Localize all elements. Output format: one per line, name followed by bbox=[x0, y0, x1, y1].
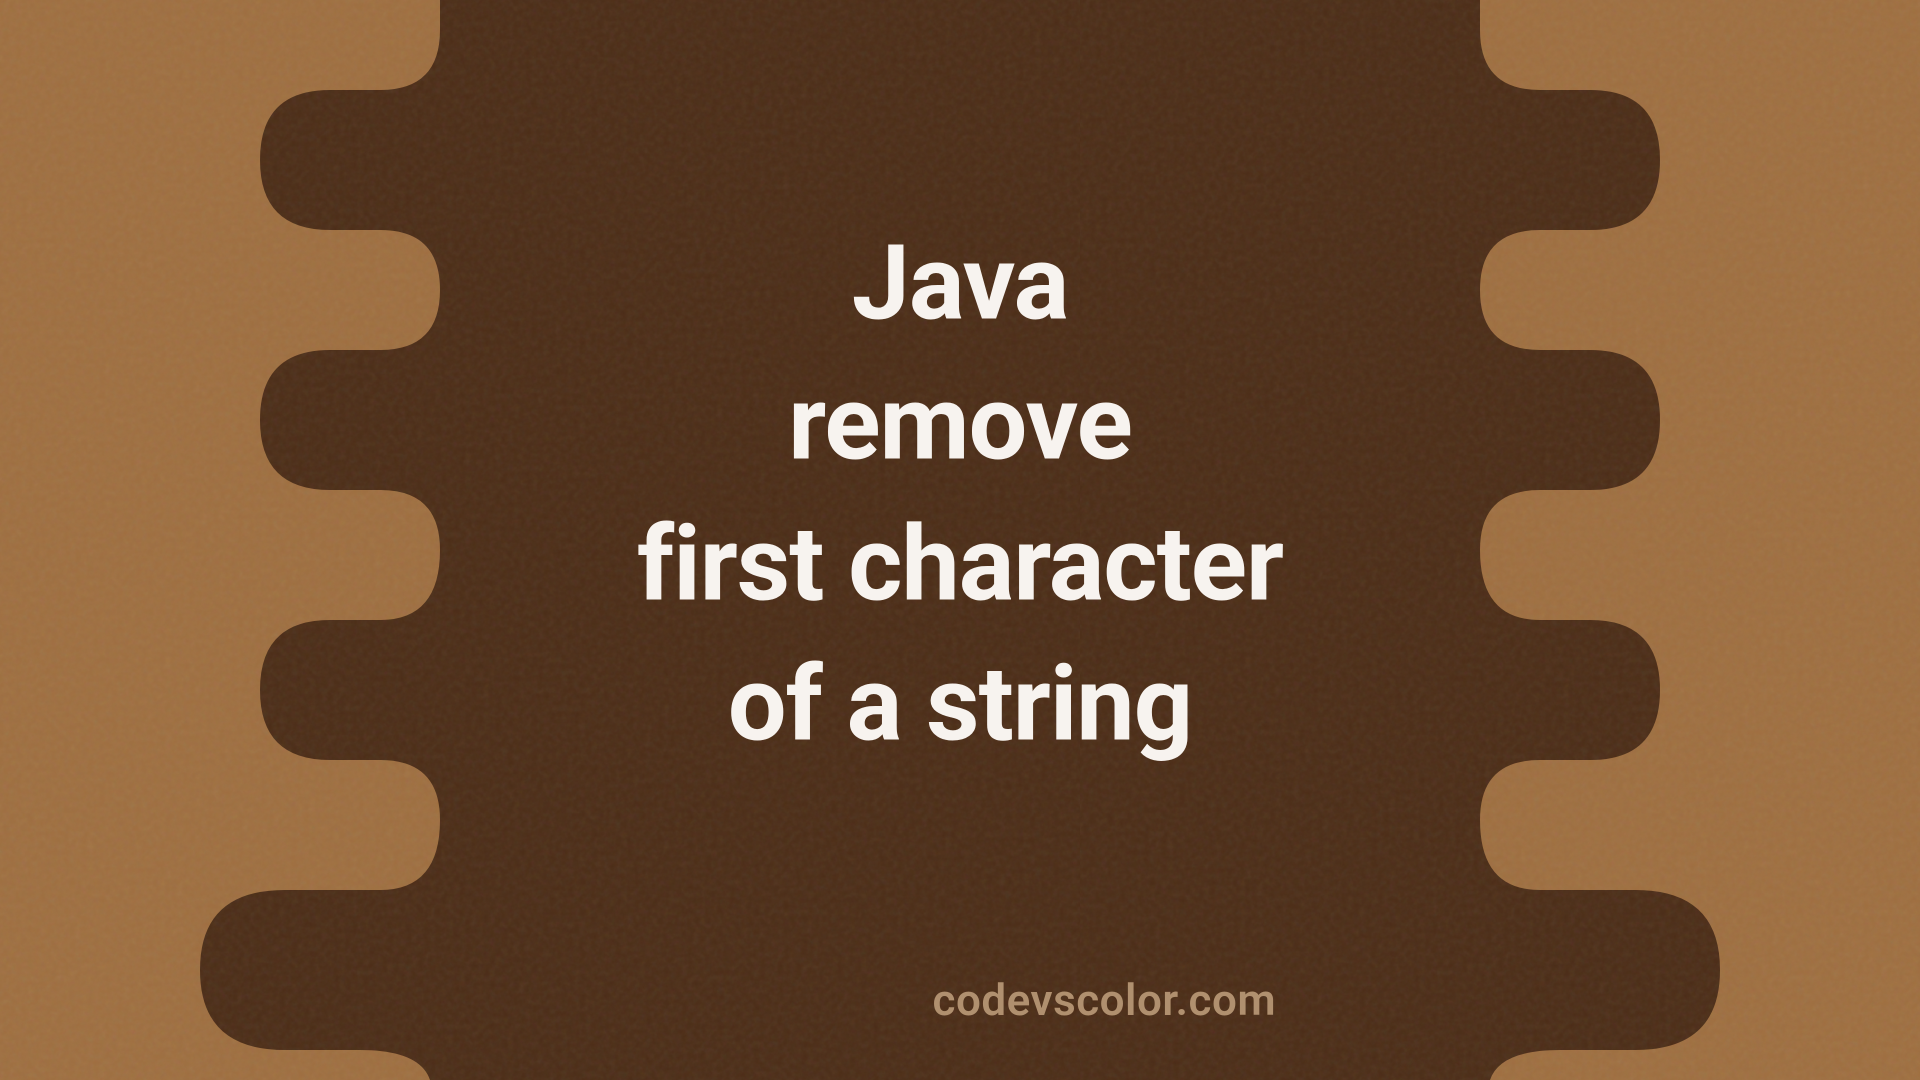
title-block: Java remove first character of a string bbox=[637, 214, 1283, 776]
title-line-1: Java bbox=[637, 214, 1283, 354]
attribution-text: codevscolor.com bbox=[933, 974, 1277, 1026]
title-line-3: first character bbox=[637, 495, 1283, 635]
title-line-2: remove bbox=[637, 355, 1283, 495]
title-line-4: of a string bbox=[637, 635, 1283, 775]
